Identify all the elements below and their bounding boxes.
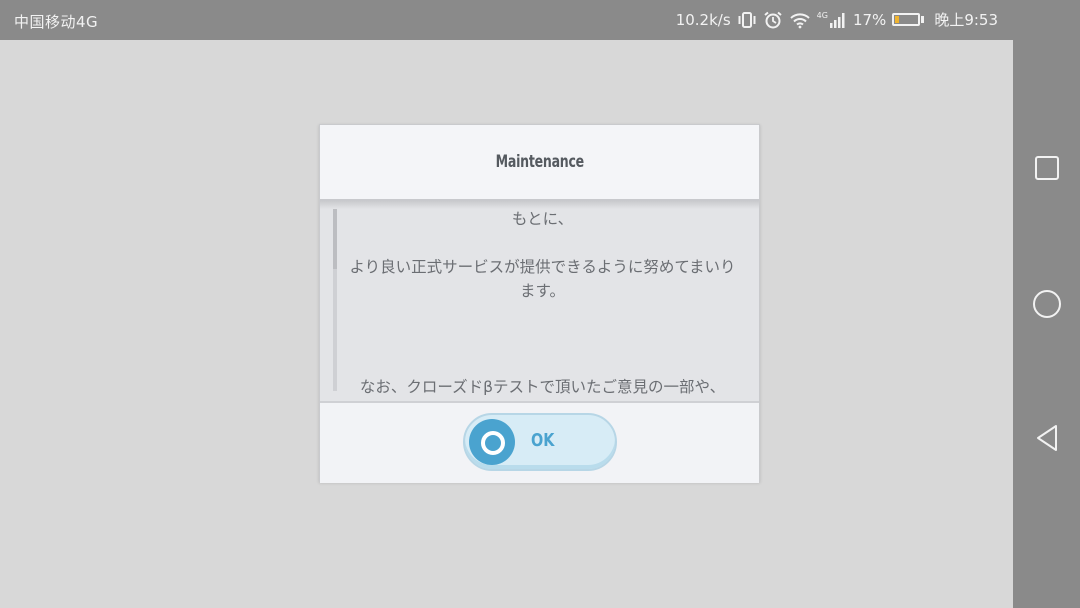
signal-icon: 4G [816, 10, 847, 28]
ok-button[interactable]: OK [463, 413, 617, 471]
circle-home-icon [1032, 290, 1061, 318]
wifi-icon [789, 11, 811, 29]
dialog-footer: OK [320, 401, 759, 483]
clock: 晚上9:53 [934, 11, 998, 29]
battery-icon [892, 13, 925, 26]
navigation-bar [1013, 40, 1080, 608]
dialog-title: Maintenance [495, 152, 584, 172]
alarm-icon [763, 11, 783, 29]
dialog-body[interactable]: もとに、 より良い正式サービスが提供できるように努めてまいります。 なお、クロー… [320, 201, 759, 401]
dialog-message: もとに、 より良い正式サービスが提供できるように努めてまいります。 なお、クロー… [349, 210, 736, 396]
status-bar: 中国移动4G 10.2k/s 4G 17% 晚上9:53 [0, 0, 1080, 40]
vibrate-icon [737, 11, 757, 29]
battery-percent: 17% [852, 10, 887, 29]
triangle-back-icon [1036, 425, 1057, 451]
net-speed: 10.2k/s [675, 10, 731, 29]
status-icons: 10.2k/s 4G 17% 晚上9:53 [676, 9, 998, 30]
ok-label: OK [531, 430, 555, 451]
circle-button-icon [469, 419, 515, 465]
carrier-label: 中国移动4G [14, 13, 99, 31]
ring-icon [481, 431, 505, 455]
recents-button[interactable] [1013, 138, 1080, 198]
square-recents-icon [1034, 156, 1059, 180]
back-button[interactable] [1013, 408, 1080, 468]
network-type-label: 4G [816, 10, 828, 20]
maintenance-dialog: Maintenance もとに、 より良い正式サービスが提供できるように努めてま… [319, 124, 760, 483]
dialog-header: Maintenance [320, 125, 759, 201]
home-button[interactable] [1013, 274, 1080, 334]
scrollbar-thumb[interactable] [333, 209, 337, 269]
